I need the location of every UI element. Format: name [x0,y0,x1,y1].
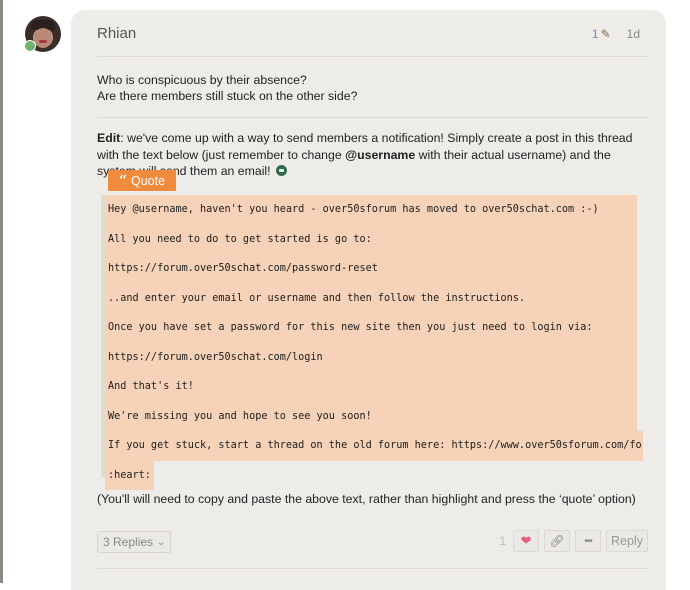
footer-note: (You'll will need to copy and paste the … [97,492,636,506]
username-mention: @username [345,147,416,162]
window-edge [0,0,3,583]
quote-line: Hey @username, haven't you heard - over5… [105,195,637,225]
avatar-face [34,28,52,48]
chevron-down-icon: ⌄ [157,536,166,548]
quote-line: Once you have set a password for this ne… [105,313,637,343]
quote-line: If you get stuck, start a thread on the … [105,431,643,461]
more-button[interactable]: ••• [575,530,602,552]
avatar-lips [39,40,47,43]
quote-line: All you need to do to get started is go … [105,224,637,254]
online-status-icon [24,40,36,52]
post-header: Rhian 1 ✎ 1d [97,10,648,57]
post-intro: Who is conspicuous by their absence? Are… [97,72,627,104]
link-icon: 🔗︎ [549,534,565,548]
quote-line: https://forum.over50schat.com/password-r… [105,254,637,284]
intro-line: Are there members still stuck on the oth… [97,89,358,103]
quote-line: We're missing you and hope to see you so… [105,401,637,431]
reply-button[interactable]: Reply [606,530,648,552]
quote-block[interactable]: Hey @username, haven't you heard - over5… [105,195,643,493]
pencil-icon[interactable]: ✎ [601,27,611,41]
like-count[interactable]: 1 [499,534,506,548]
share-link-button[interactable]: 🔗︎ [544,530,571,552]
intro-line: Who is conspicuous by their absence? [97,73,307,87]
quote-icon: “ [118,172,127,189]
quote-button[interactable]: “ Quote [108,170,176,191]
post-age[interactable]: 1d [627,27,640,41]
quote-line: :heart: [105,460,154,490]
edit-paragraph: Edit: we've come up with a way to send m… [97,130,637,180]
quote-line: And that's it! [105,372,637,402]
like-button[interactable]: ❤ [513,530,540,552]
emoji-icon [276,165,288,176]
divider [97,117,648,118]
more-icon: ••• [584,535,592,547]
post-actions: 1 ❤ 🔗︎ ••• Reply [499,530,648,552]
quote-line: https://forum.over50schat.com/login [105,342,637,372]
post-card: Rhian 1 ✎ 1d Who is conspicuous by their… [71,10,666,590]
divider [97,568,648,569]
replies-button[interactable]: 3 Replies ⌄ [97,531,172,553]
heart-icon: ❤ [520,533,532,548]
edit-label: Edit [97,131,121,145]
quote-line: ..and enter your email or username and t… [105,283,637,313]
post-meta: 1 ✎ 1d [592,27,640,41]
edit-count[interactable]: 1 [592,27,599,41]
post-username[interactable]: Rhian [97,25,136,42]
replies-label: 3 Replies [103,535,154,549]
quote-button-label: Quote [131,173,166,188]
